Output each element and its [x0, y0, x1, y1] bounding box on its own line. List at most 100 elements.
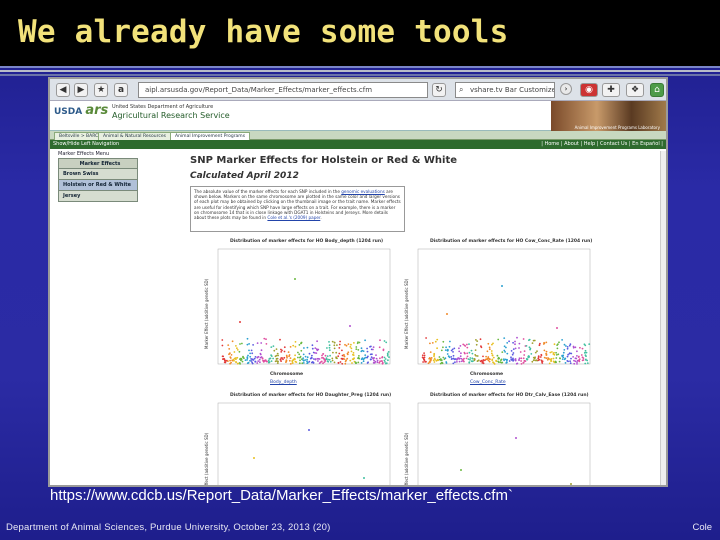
plot-point	[421, 354, 424, 357]
plot-point	[236, 349, 239, 351]
side-nav-title: Marker Effects Menu	[58, 151, 110, 157]
usda-text: USDA	[54, 107, 83, 117]
plot-thumbnail[interactable]: Distribution of marker effects for HO Co…	[400, 239, 600, 389]
plot-point	[283, 350, 286, 353]
plot-point	[375, 357, 378, 360]
plot-point	[336, 357, 338, 360]
plot-point	[299, 359, 301, 362]
plot-point	[432, 359, 435, 362]
plot-thumbnail[interactable]: Distribution of marker effects for HO Bo…	[200, 239, 400, 389]
plot-point	[282, 358, 284, 361]
plot-point	[448, 345, 451, 348]
top-links[interactable]: | Home | About | Help | Contact Us | En …	[541, 140, 663, 149]
plot-point	[423, 352, 425, 354]
plot-point	[319, 361, 322, 364]
plot-point	[519, 351, 522, 353]
puzzle-icon[interactable]: ✚	[602, 83, 620, 97]
plot-point	[372, 361, 375, 364]
side-nav-item-holstein[interactable]: Holstein or Red & White	[58, 180, 138, 191]
tab-beltsville[interactable]: Beltsville > BARC	[54, 132, 104, 140]
plot-point	[581, 347, 584, 350]
ars-text: ars	[85, 103, 109, 118]
plot-link[interactable]: Cow_Conc_Rate	[470, 380, 506, 385]
search-input[interactable]: ⌕ vshare.tv Bar Customize	[455, 82, 555, 98]
tab-animal-natural-resources[interactable]: Animal & Natural Resources	[98, 132, 171, 140]
plot-link[interactable]: Body_depth	[270, 380, 297, 385]
plot-point	[383, 359, 386, 362]
plot-point	[551, 351, 553, 353]
plot-point	[329, 360, 332, 363]
plot-point	[586, 362, 589, 364]
plot-point	[578, 358, 581, 361]
plot-point	[462, 358, 464, 361]
plot-point	[465, 357, 468, 360]
plot-thumbnail[interactable]: Distribution of marker effects for HO Da…	[200, 393, 400, 485]
usda-logo[interactable]: USDA ars	[54, 103, 108, 118]
addon-icon[interactable]: ◉	[580, 83, 598, 97]
show-hide-nav-link[interactable]: Show/Hide Left Navigation	[53, 140, 119, 149]
plot-point	[248, 343, 250, 345]
side-nav-item-brown-swiss[interactable]: Brown Swiss	[58, 169, 138, 180]
back-icon[interactable]: ◀	[56, 83, 70, 97]
search-go-icon[interactable]: ›	[560, 83, 572, 95]
plot-point	[440, 349, 443, 352]
plot-point	[341, 349, 343, 352]
plot-point	[523, 354, 526, 356]
plot-point	[314, 358, 317, 360]
plot-point	[306, 346, 309, 349]
plot-point	[570, 483, 572, 485]
side-nav-item-jersey[interactable]: Jersey	[58, 191, 138, 202]
tab-animal-improvement-programs[interactable]: Animal Improvement Programs	[170, 132, 251, 140]
plot-point	[327, 358, 329, 361]
plot-point	[549, 351, 552, 354]
cow-icon[interactable]: ❖	[626, 83, 644, 97]
address-bar[interactable]: aipl.arsusda.gov/Report_Data/Marker_Effe…	[138, 82, 428, 98]
plot-point	[444, 357, 447, 360]
plot-point	[338, 352, 341, 355]
bookmark-icon[interactable]: ★	[94, 83, 108, 97]
forward-icon[interactable]: ▶	[74, 83, 88, 97]
plot-point	[317, 360, 319, 362]
home-icon[interactable]: ⌂	[650, 83, 664, 97]
plot-point	[352, 352, 355, 354]
plot-point	[263, 337, 266, 340]
plot-point	[442, 340, 445, 343]
plot-point	[498, 357, 501, 360]
plot-point	[351, 362, 353, 364]
plot-point	[520, 360, 522, 362]
amazon-icon[interactable]: a	[114, 83, 128, 97]
plot-point	[375, 354, 377, 356]
cole-paper-link[interactable]: Cole et al.'s (2009) paper	[267, 215, 320, 220]
plot-point	[574, 346, 577, 349]
plot-point	[373, 359, 375, 362]
plot-point	[453, 347, 456, 350]
plot-point	[567, 360, 569, 363]
plot-point	[306, 356, 309, 359]
plot-point	[500, 358, 503, 361]
plot-point	[300, 342, 302, 345]
site-header: USDA ars United States Department of Agr…	[50, 101, 666, 131]
plot-point	[518, 357, 521, 360]
url-caption: https://www.cdcb.us/Report_Data/Marker_E…	[50, 487, 513, 504]
plot-point	[536, 350, 538, 353]
reload-icon[interactable]: ↻	[432, 83, 446, 97]
plot-point	[294, 278, 296, 280]
plot-point	[476, 360, 479, 362]
plot-point	[468, 361, 471, 364]
plot-point	[436, 338, 439, 341]
plot-canvas	[217, 248, 391, 365]
plot-point	[256, 356, 259, 359]
plot-point	[383, 356, 386, 359]
plot-point	[463, 351, 466, 354]
plot-point	[269, 357, 272, 360]
plot-point	[369, 353, 372, 356]
plot-point	[562, 351, 565, 354]
vertical-scrollbar[interactable]	[660, 151, 666, 485]
plot-point	[525, 345, 528, 347]
plot-point	[246, 343, 249, 346]
site-nav-bar: Show/Hide Left Navigation | Home | About…	[50, 140, 666, 149]
plot-point	[449, 340, 451, 343]
plot-thumbnail[interactable]: Distribution of marker effects for HO Dt…	[400, 393, 600, 485]
plot-point	[545, 357, 548, 360]
plot-point	[221, 344, 224, 347]
